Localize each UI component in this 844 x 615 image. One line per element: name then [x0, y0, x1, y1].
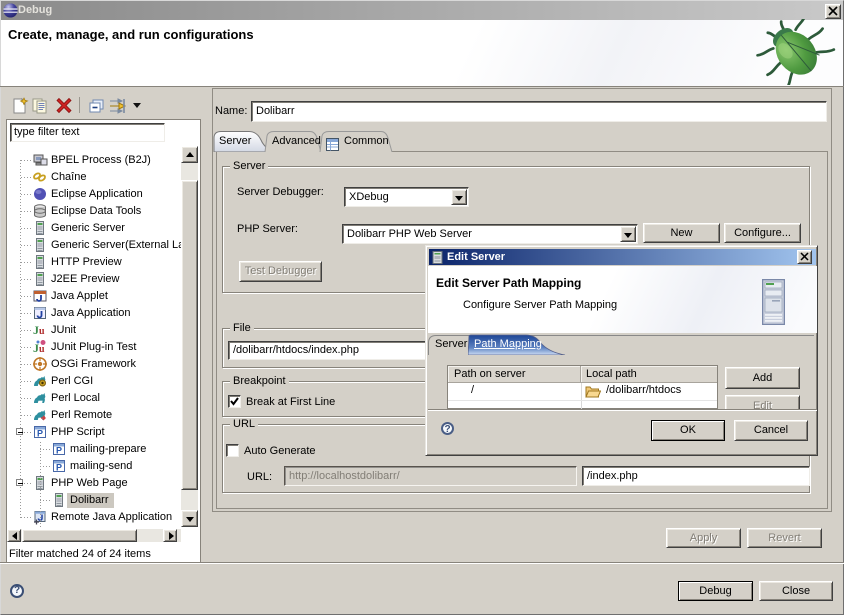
- svg-text:u: u: [39, 326, 45, 337]
- svg-text:P: P: [37, 429, 43, 439]
- svg-text:P: P: [56, 446, 62, 456]
- svg-text:P: P: [56, 463, 62, 473]
- svg-text:u: u: [39, 344, 45, 355]
